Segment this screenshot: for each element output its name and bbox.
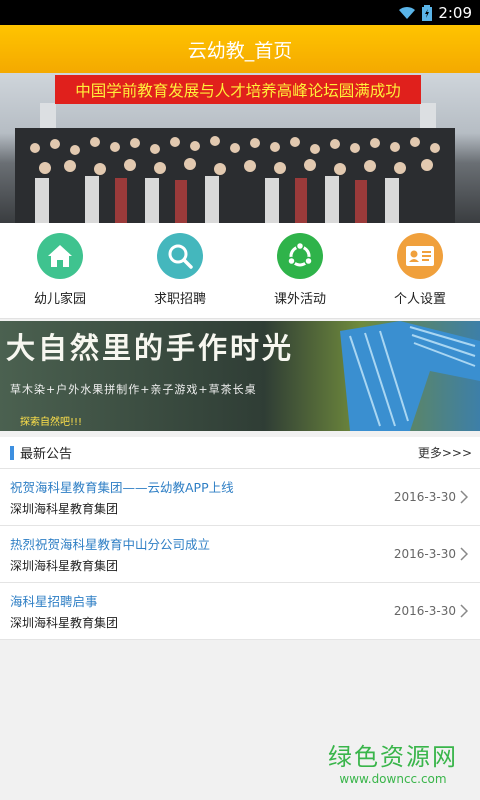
banner-headline: 中国学前教育发展与人才培养高峰论坛圆满成功 <box>55 75 421 104</box>
list-item[interactable]: 海科星招聘启事 深圳海科星教育集团 2016-3-30 <box>0 583 480 640</box>
banner-carousel-top[interactable]: 中国学前教育发展与人才培养高峰论坛圆满成功 <box>0 73 480 223</box>
nav-label: 课外活动 <box>273 292 326 307</box>
news-title: 热烈祝贺海科星教育中山分公司成立 <box>10 537 211 552</box>
news-date: 2016-3-30 <box>393 604 456 618</box>
news-org: 深圳海科星教育集团 <box>10 502 119 516</box>
battery-icon <box>422 4 433 21</box>
chevron-right-icon <box>460 547 468 561</box>
announcement-title-text: 最新公告 <box>20 447 73 462</box>
page-title: 云幼教_首页 <box>187 39 293 62</box>
chevron-right-icon <box>460 604 468 618</box>
watermark-brand: 绿色资源网 <box>328 743 458 771</box>
announcement-section: 最新公告 更多>>> 祝贺海科星教育集团——云幼教APP上线 深圳海科星教育集团… <box>0 437 480 640</box>
nav-item-activities[interactable]: 课外活动 <box>240 223 360 318</box>
nav-label: 个人设置 <box>393 292 446 307</box>
group-photo-image <box>15 128 455 223</box>
list-item[interactable]: 热烈祝贺海科星教育中山分公司成立 深圳海科星教育集团 2016-3-30 <box>0 526 480 583</box>
news-date: 2016-3-30 <box>393 490 456 504</box>
status-bar: 2:09 <box>0 0 480 25</box>
more-link[interactable]: 更多>>> <box>418 444 472 461</box>
watermark: 绿色资源网 www.downcc.com <box>328 737 458 786</box>
nav-item-job-search[interactable]: 求职招聘 <box>120 223 240 318</box>
news-org: 深圳海科星教育集团 <box>10 616 119 630</box>
nav-item-personal-settings[interactable]: 个人设置 <box>360 223 480 318</box>
id-card-icon <box>397 233 443 279</box>
title-bar: 云幼教_首页 <box>0 25 480 73</box>
banner-carousel-second[interactable]: 大自然里的手作时光 草木染+户外水果拼制作+亲子游戏+草茶长桌 探索自然吧!!! <box>0 321 480 431</box>
job-search-icon <box>157 233 203 279</box>
list-item[interactable]: 祝贺海科星教育集团——云幼教APP上线 深圳海科星教育集团 2016-3-30 <box>0 469 480 526</box>
news-date: 2016-3-30 <box>393 547 456 561</box>
chevron-right-icon <box>460 490 468 504</box>
announcement-title: 最新公告 <box>10 443 72 462</box>
news-org: 深圳海科星教育集团 <box>10 559 119 573</box>
nav-grid: 幼儿家园 求职招聘 课外活动 个人设置 <box>0 223 480 319</box>
title-accent-bar <box>10 445 14 460</box>
banner-subtitle: 草木染+户外水果拼制作+亲子游戏+草茶长桌 <box>10 383 257 396</box>
fabric-image <box>340 321 480 431</box>
nav-label: 幼儿家园 <box>33 292 86 307</box>
house-icon <box>37 233 83 279</box>
news-title: 祝贺海科星教育集团——云幼教APP上线 <box>10 480 234 495</box>
nav-item-kids-home[interactable]: 幼儿家园 <box>0 223 120 318</box>
announcement-header: 最新公告 更多>>> <box>0 437 480 469</box>
nav-label: 求职招聘 <box>153 292 206 307</box>
watermark-url: www.downcc.com <box>339 772 447 786</box>
ubuntu-circle-icon <box>277 233 323 279</box>
status-time: 2:09 <box>438 3 472 22</box>
banner-calligraphy: 大自然里的手作时光 <box>6 331 295 365</box>
news-title: 海科星招聘启事 <box>10 594 98 609</box>
banner-subtitle-2: 探索自然吧!!! <box>20 417 83 428</box>
wifi-icon <box>399 6 416 19</box>
